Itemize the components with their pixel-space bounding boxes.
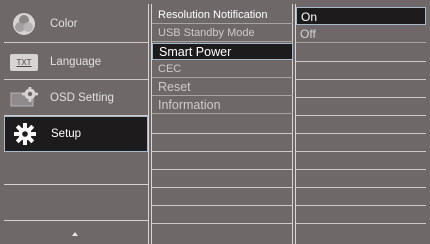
divider [4, 184, 148, 185]
option-off[interactable]: Off [296, 25, 426, 43]
sub-menu: Resolution Notification USB Standby Mode… [151, 4, 293, 244]
divider [4, 220, 148, 221]
main-item-color[interactable]: Color [4, 6, 148, 42]
divider [296, 133, 426, 134]
main-item-language[interactable]: TXT Language [4, 44, 148, 80]
divider [152, 151, 293, 152]
divider [296, 223, 426, 224]
divider [296, 97, 426, 98]
color-wheel-icon [4, 9, 44, 39]
divider [152, 223, 293, 224]
scroll-up-arrow-icon[interactable] [72, 232, 78, 236]
divider [152, 205, 293, 206]
divider [296, 187, 426, 188]
main-item-label: Color [50, 18, 78, 30]
main-item-label: OSD Setting [50, 92, 114, 104]
monitor-gear-icon [4, 83, 44, 113]
gear-icon [5, 119, 45, 149]
txt-icon: TXT [4, 47, 44, 77]
divider [4, 42, 148, 43]
sub-item-resolution-notification[interactable]: Resolution Notification [152, 7, 293, 24]
divider [296, 169, 426, 170]
option-on[interactable]: On [296, 7, 426, 25]
divider [152, 169, 293, 170]
main-item-setup[interactable]: Setup [4, 116, 148, 152]
divider [152, 187, 293, 188]
divider [296, 115, 426, 116]
divider [296, 151, 426, 152]
options-list: On Off [295, 4, 426, 244]
sub-item-reset[interactable]: Reset [152, 79, 293, 96]
main-item-osd-setting[interactable]: OSD Setting [4, 80, 148, 116]
divider [296, 79, 426, 80]
divider [296, 61, 426, 62]
main-item-label: Setup [51, 128, 82, 140]
sub-item-cec[interactable]: CEC [152, 61, 293, 78]
main-menu: Color TXT Language OSD Setting Setup [4, 4, 149, 244]
sub-item-information[interactable]: Information [152, 97, 293, 114]
main-item-label: Language [50, 56, 102, 68]
txt-icon-text: TXT [10, 53, 38, 71]
sub-item-smart-power[interactable]: Smart Power [152, 43, 293, 60]
divider [296, 205, 426, 206]
sub-item-usb-standby-mode[interactable]: USB Standby Mode [152, 25, 293, 42]
divider [152, 133, 293, 134]
osd-menu: Color TXT Language OSD Setting Setup Res… [0, 0, 430, 244]
empty-main-slots [4, 154, 148, 244]
